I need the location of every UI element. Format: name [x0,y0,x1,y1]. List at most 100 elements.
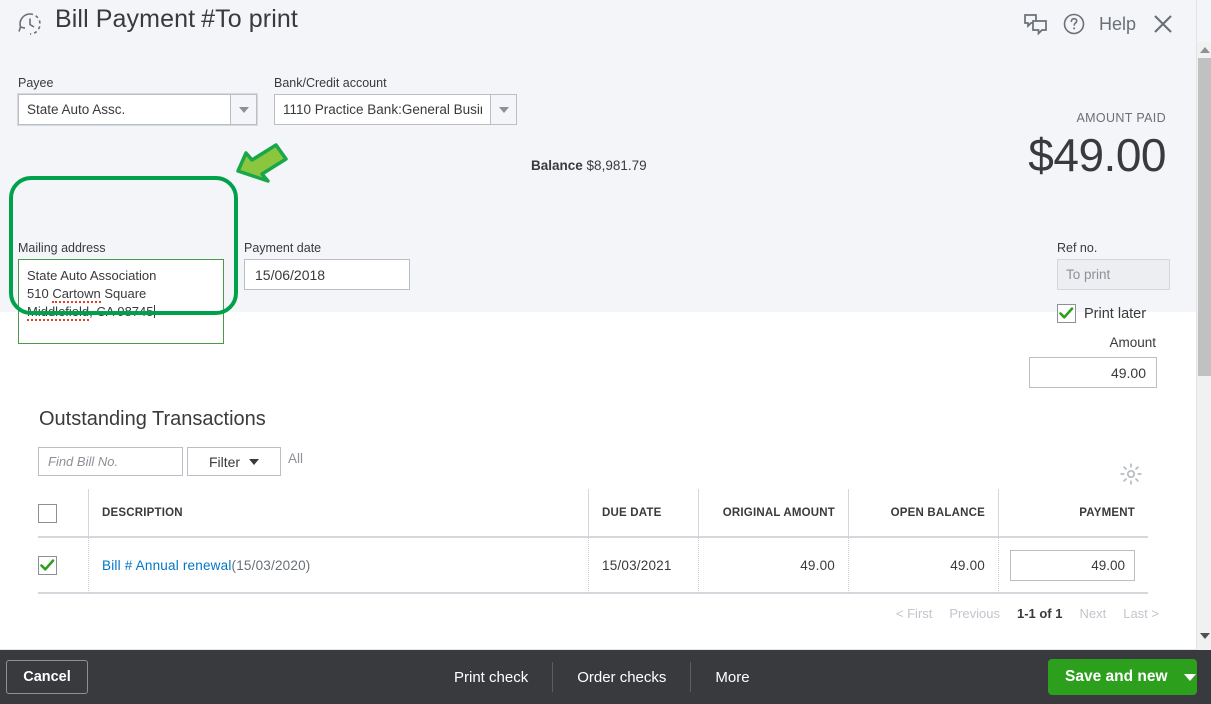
balance-label: Balance [531,158,583,173]
address-line-1: State Auto Association [27,268,157,283]
row-payment-input[interactable] [1010,549,1135,581]
window-titlebar: Bill Payment #To print Help [0,0,1196,48]
pagination-first[interactable]: < First [896,606,932,621]
filter-summary-text: All [288,451,304,466]
filter-button[interactable]: Filter [187,447,281,476]
filter-button-label: Filter [208,453,241,470]
payment-date-input[interactable] [244,259,410,290]
cell-due-date: 15/03/2021 [588,537,698,593]
footer-action-links: Print check Order checks More [430,650,774,704]
text-cursor [154,305,156,318]
gear-icon[interactable] [1119,462,1143,491]
address-street-number: 510 [27,286,53,301]
ref-no-group: Ref no. [1057,241,1170,290]
table-pagination: < First Previous 1-1 of 1 Next Last > [896,606,1159,621]
chat-bubbles-icon[interactable] [1022,12,1050,36]
payee-combobox[interactable] [18,94,257,125]
address-misspelled-city: Middlefield [27,304,90,321]
order-checks-button[interactable]: Order checks [553,662,690,692]
bank-account-label: Bank/Credit account [274,76,387,90]
question-circle-icon[interactable] [1062,12,1086,36]
payee-label: Payee [18,76,54,90]
bank-account-input[interactable] [274,94,490,125]
print-later-checkbox[interactable] [1057,304,1076,323]
table-header-row: DESCRIPTION DUE DATE ORIGINAL AMOUNT OPE… [38,489,1148,538]
cell-original-amount: 49.00 [698,537,848,593]
bank-account-combobox[interactable] [274,94,517,125]
scroll-up-arrow-icon[interactable] [1197,42,1211,58]
payee-field-group: Payee [18,76,257,125]
column-header-original-amount[interactable]: ORIGINAL AMOUNT [698,489,848,537]
scrollbar-track-top [1197,0,1211,42]
row-checkbox-cell [38,555,88,575]
column-header-open-balance[interactable]: OPEN BALANCE [848,489,998,537]
payment-date-group: Payment date [244,241,410,290]
save-and-new-button[interactable]: Save and new [1048,659,1197,695]
checkmark-icon [40,558,55,571]
close-x-icon[interactable] [1148,9,1178,39]
pagination-current-range: 1-1 of 1 [1016,606,1063,621]
address-misspelled-word: Cartown [52,286,101,303]
cell-open-balance: 49.00 [848,537,998,593]
chevron-down-icon [238,106,249,113]
recurring-transaction-icon[interactable] [14,8,46,40]
address-street-rest: Square [100,286,147,301]
page-title-text: Bill Payment [55,5,196,33]
help-label[interactable]: Help [1099,14,1136,35]
mailing-address-label: Mailing address [18,241,106,255]
amount-label: Amount [1109,335,1156,350]
payee-input[interactable] [18,94,230,125]
pagination-previous[interactable]: Previous [949,606,1000,621]
pagination-next[interactable]: Next [1079,606,1106,621]
select-all-checkbox-cell [38,503,88,523]
column-header-description[interactable]: DESCRIPTION [88,489,588,537]
pagination-last[interactable]: Last > [1123,606,1159,621]
column-header-due-date[interactable]: DUE DATE [588,489,698,537]
scroll-down-arrow-icon[interactable] [1197,628,1211,644]
amount-paid-label: AMOUNT PAID [1076,111,1166,125]
amount-input[interactable] [1029,357,1157,388]
amount-paid-value: $49.00 [1028,129,1166,181]
payment-date-label: Payment date [244,241,322,255]
print-check-button[interactable]: Print check [430,662,552,692]
page-title: Bill Payment #To print [55,5,298,34]
caret-down-icon[interactable] [1183,673,1196,681]
titlebar-actions: Help [1022,0,1178,48]
vertical-scroll-thumb[interactable] [1198,58,1211,376]
address-line-2: 510 Cartown Square [27,285,215,303]
cell-description: Bill # Annual renewal (15/03/2020) [88,537,588,593]
chevron-down-icon [498,106,509,113]
address-state-zip: , CA 98745 [89,304,154,319]
window-footer: Cancel Print check Order checks More Sav… [0,650,1211,704]
balance-value: $8,981.79 [586,158,647,173]
ref-no-input[interactable] [1057,259,1170,290]
ref-no-label: Ref no. [1057,241,1098,255]
caret-down-icon [249,458,260,465]
payment-form-panel: Payee Bank/Credit account Balance $8,981… [0,48,1196,344]
bill-payment-window: Bill Payment #To print Help Payee State … [0,0,1211,704]
page-title-refno: #To print [201,5,298,33]
bank-account-field-group: Bank/Credit account [274,76,517,125]
save-and-new-label: Save and new [1065,668,1168,685]
outstanding-transactions-table: DESCRIPTION DUE DATE ORIGINAL AMOUNT OPE… [38,489,1148,594]
column-header-payment[interactable]: PAYMENT [998,489,1148,537]
print-later-row[interactable]: Print later [1057,304,1146,323]
outstanding-transactions-title: Outstanding Transactions [39,408,266,430]
bill-link[interactable]: Bill # Annual renewal [102,558,232,573]
vertical-scrollbar[interactable] [1196,0,1211,650]
cell-payment [998,537,1148,593]
checkmark-icon [1059,307,1074,319]
find-bill-no-input[interactable] [38,447,183,476]
row-checkbox[interactable] [38,555,57,575]
mailing-address-group: Mailing address State Auto Association 5… [18,241,224,344]
more-button[interactable]: More [691,662,773,692]
bill-date-sub: (15/03/2020) [231,557,311,573]
table-row: Bill # Annual renewal (15/03/2020) 15/03… [38,537,1148,594]
select-all-checkbox[interactable] [38,503,57,523]
address-line-3: Middlefield, CA 98745 [27,303,215,321]
cancel-button[interactable]: Cancel [6,660,88,694]
payee-dropdown-button[interactable] [230,94,257,125]
bank-account-dropdown-button[interactable] [490,94,517,125]
mailing-address-textarea[interactable]: State Auto Association 510 Cartown Squar… [18,259,224,344]
account-balance: Balance $8,981.79 [531,158,647,173]
